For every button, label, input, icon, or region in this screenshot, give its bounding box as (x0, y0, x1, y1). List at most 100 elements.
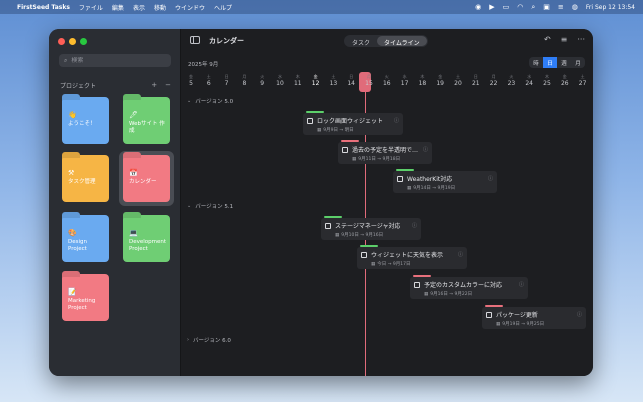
folder-task-management[interactable]: ⚒ タスク管理 (62, 155, 109, 202)
day-column[interactable]: 水 24 (522, 74, 536, 87)
folder-website[interactable]: 🖊 Webサイト 作成 (123, 97, 170, 144)
range-hour[interactable]: 時 (529, 57, 543, 68)
day-number: 20 (454, 80, 462, 87)
info-icon[interactable]: ⓘ (454, 251, 463, 258)
day-column[interactable]: 月8 (237, 74, 251, 87)
day-number: 25 (543, 80, 551, 87)
search-input[interactable] (71, 57, 162, 64)
folder-emoji: ⚒ (68, 169, 75, 177)
collapse-icon[interactable]: − (165, 81, 171, 89)
folder-marketing-project[interactable]: 📝 Marketing Project (62, 274, 109, 321)
add-project-icon[interactable]: + (151, 81, 157, 89)
day-column[interactable]: 水 17 (398, 74, 412, 87)
range-week[interactable]: 週 (557, 57, 571, 68)
day-column[interactable]: 金5 (184, 74, 198, 87)
more-icon[interactable]: ··· (577, 35, 585, 44)
close-window-button[interactable] (58, 38, 65, 45)
range-day[interactable]: 日 (543, 57, 557, 68)
filter-icon[interactable]: ≡ (561, 35, 568, 44)
menu-view[interactable]: 表示 (133, 3, 145, 12)
task-checkbox[interactable] (397, 175, 403, 182)
task-card-widget-weather[interactable]: ウィジェットに天気を表示 ⓘ ▦ 今日 → 9月17日 (357, 245, 467, 269)
day-column[interactable]: 火 23 (504, 74, 518, 87)
control-center-icon[interactable]: ≡ (558, 3, 564, 11)
task-title: 予定のカスタムカラーに対応 (424, 282, 503, 289)
task-card-past-events[interactable]: 過去の予定を半透明で… ⓘ ▦ 9月11日 → 9月18日 (338, 140, 432, 164)
tab-timeline[interactable]: タイムライン (377, 36, 427, 47)
task-checkbox[interactable] (486, 311, 492, 318)
toolbar: カレンダー タスク タイムライン ↶ ≡ ··· (181, 29, 593, 53)
task-checkbox[interactable] (361, 251, 367, 258)
task-card-stage-manager[interactable]: ステージマネージャ対応 ⓘ ▦ 9月10日 → 9月16日 (321, 216, 421, 240)
day-column[interactable]: 土 13 (326, 74, 340, 87)
day-column[interactable]: 日7 (220, 74, 234, 87)
day-column[interactable]: 火9 (255, 74, 269, 87)
task-dates: 9月11日 → 9月18日 (358, 157, 401, 162)
info-icon[interactable]: ⓘ (484, 175, 493, 182)
search-icon[interactable]: ⌕ (531, 3, 535, 12)
zoom-window-button[interactable] (80, 38, 87, 45)
task-checkbox[interactable] (307, 117, 313, 124)
menu-go[interactable]: 移動 (154, 3, 166, 12)
task-checkbox[interactable] (325, 222, 331, 229)
folder-emoji: 📝 (68, 288, 77, 296)
task-checkbox[interactable] (414, 281, 420, 288)
folder-design-project[interactable]: 🎨 Design Project (62, 215, 109, 262)
day-column[interactable]: 月 15 (362, 74, 376, 87)
folder-label: カレンダー (129, 179, 157, 185)
menu-window[interactable]: ウインドウ (175, 3, 205, 12)
day-column[interactable]: 木 18 (415, 74, 429, 87)
siri-icon[interactable]: ◍ (572, 3, 578, 11)
wifi-icon[interactable]: ◠ (517, 3, 523, 11)
day-column[interactable]: 木 11 (291, 74, 305, 87)
menu-edit[interactable]: 編集 (112, 3, 124, 12)
day-column[interactable]: 月 22 (487, 74, 501, 87)
undo-icon[interactable]: ↶ (544, 35, 551, 44)
day-column[interactable]: 火 16 (380, 74, 394, 87)
sidebar-toggle-icon[interactable] (190, 36, 200, 44)
info-icon[interactable]: ⓘ (408, 222, 417, 229)
day-column[interactable]: 金 26 (558, 74, 572, 87)
day-column[interactable]: 土 27 (576, 74, 590, 87)
menu-help[interactable]: ヘルプ (214, 3, 232, 12)
battery-icon[interactable]: ▭ (503, 3, 510, 11)
tab-tasks[interactable]: タスク (345, 36, 377, 47)
folder-emoji: 🖊 (129, 111, 138, 119)
info-icon[interactable]: ⓘ (573, 311, 582, 318)
day-column[interactable]: 土 20 (451, 74, 465, 87)
camera-icon[interactable]: ◉ (475, 3, 481, 11)
version-group-6-0[interactable]: › バージョン 6.0 (187, 336, 231, 344)
folder-emoji: 👋 (68, 111, 77, 119)
search-field[interactable]: ⌕ (59, 54, 171, 67)
folder-development-project[interactable]: 💻 Development Project (123, 215, 170, 262)
task-card-lock-widget[interactable]: ロック画面ウィジェット ⓘ ▦ 9月9日 → 明日 (303, 111, 403, 135)
day-column[interactable]: 木 25 (540, 74, 554, 87)
day-column[interactable]: 金 12 (309, 74, 323, 87)
day-column[interactable]: 金 19 (433, 74, 447, 87)
version-group-5-1[interactable]: ⌄ バージョン 5.1 (187, 202, 233, 210)
info-icon[interactable]: ⓘ (390, 117, 399, 124)
folder-calendar[interactable]: 📅 カレンダー (123, 155, 170, 202)
task-card-weatherkit[interactable]: WeatherKit対応 ⓘ ▦ 9月14日 → 9月19日 (393, 169, 497, 193)
menu-clock[interactable]: Fri Sep 12 13:54 (586, 4, 635, 11)
version-group-5-0[interactable]: ⌄ バージョン 5.0 (187, 97, 233, 105)
info-icon[interactable]: ⓘ (419, 146, 428, 153)
menu-app-name[interactable]: FirstSeed Tasks (17, 4, 70, 11)
play-icon[interactable]: ▶ (489, 3, 494, 11)
folder-welcome[interactable]: 👋 ようこそ！ (62, 97, 109, 144)
day-column[interactable]: 水 10 (273, 74, 287, 87)
day-column[interactable]: 日 21 (469, 74, 483, 87)
task-card-package-update[interactable]: パッケージ更新 ⓘ ▦ 9月19日 → 9月25日 (482, 305, 586, 329)
info-icon[interactable]: ⓘ (515, 281, 524, 288)
range-month[interactable]: 月 (571, 57, 585, 68)
task-card-custom-color[interactable]: 予定のカスタムカラーに対応 ⓘ ▦ 9月16日 → 9月22日 (410, 275, 528, 299)
chevron-right-icon: › (187, 337, 189, 343)
task-checkbox[interactable] (342, 146, 348, 153)
day-column[interactable]: 土6 (202, 74, 216, 87)
user-icon[interactable]: ▣ (543, 3, 550, 11)
day-column[interactable]: 日 14 (344, 74, 358, 87)
view-segmented-control: タスク タイムライン (344, 35, 428, 47)
minimize-window-button[interactable] (69, 38, 76, 45)
menu-file[interactable]: ファイル (79, 3, 103, 12)
task-color-bar (324, 216, 342, 218)
